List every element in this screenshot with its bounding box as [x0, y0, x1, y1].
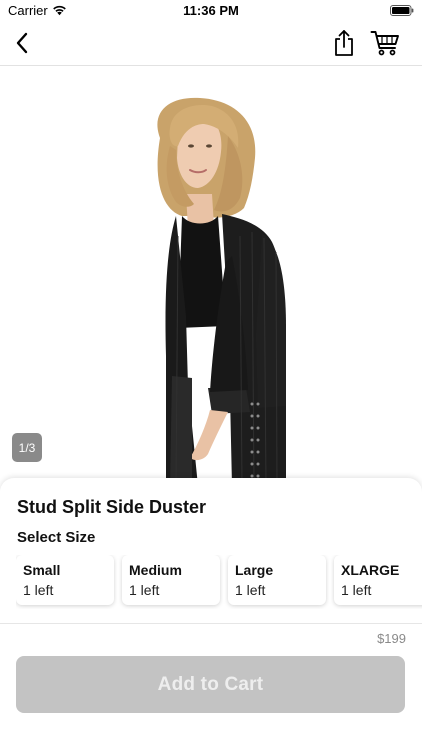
- size-name: XLARGE: [341, 562, 400, 578]
- size-option-large[interactable]: Large 1 left: [228, 555, 326, 605]
- size-stock: 1 left: [129, 582, 160, 598]
- size-option-small[interactable]: Small 1 left: [16, 555, 114, 605]
- status-bar: Carrier 11:36 PM: [0, 0, 422, 22]
- cart-icon: [370, 31, 399, 56]
- checkout-bar: $199 Add to Cart: [0, 623, 422, 750]
- size-stock: 1 left: [341, 582, 372, 598]
- nav-bar: [0, 22, 422, 66]
- size-name: Large: [235, 562, 274, 578]
- product-image-gallery[interactable]: 1/3: [0, 66, 422, 486]
- size-option-medium[interactable]: Medium 1 left: [122, 555, 220, 605]
- product-info-sheet: Stud Split Side Duster Select Size Small…: [0, 478, 422, 623]
- image-counter-badge: 1/3: [12, 433, 42, 462]
- share-button[interactable]: [330, 26, 358, 60]
- size-name: Small: [23, 562, 61, 578]
- add-to-cart-button[interactable]: Add to Cart: [16, 656, 405, 713]
- cart-button[interactable]: [368, 28, 402, 58]
- back-button[interactable]: [8, 28, 36, 58]
- product-photo: [157, 97, 286, 486]
- size-options-list[interactable]: Small 1 left Medium 1 left Large 1 left …: [16, 555, 422, 609]
- size-stock: 1 left: [235, 582, 266, 598]
- product-title: Stud Split Side Duster: [17, 497, 207, 517]
- clock: 11:36 PM: [183, 3, 239, 18]
- product-price: $199: [377, 631, 406, 646]
- size-option-xlarge[interactable]: XLARGE 1 left: [334, 555, 422, 605]
- battery-icon: [390, 5, 414, 16]
- chevron-left-icon: [16, 32, 28, 54]
- size-stock: 1 left: [23, 582, 54, 598]
- share-icon: [335, 30, 353, 56]
- select-size-heading: Select Size: [17, 529, 96, 546]
- size-name: Medium: [129, 562, 182, 578]
